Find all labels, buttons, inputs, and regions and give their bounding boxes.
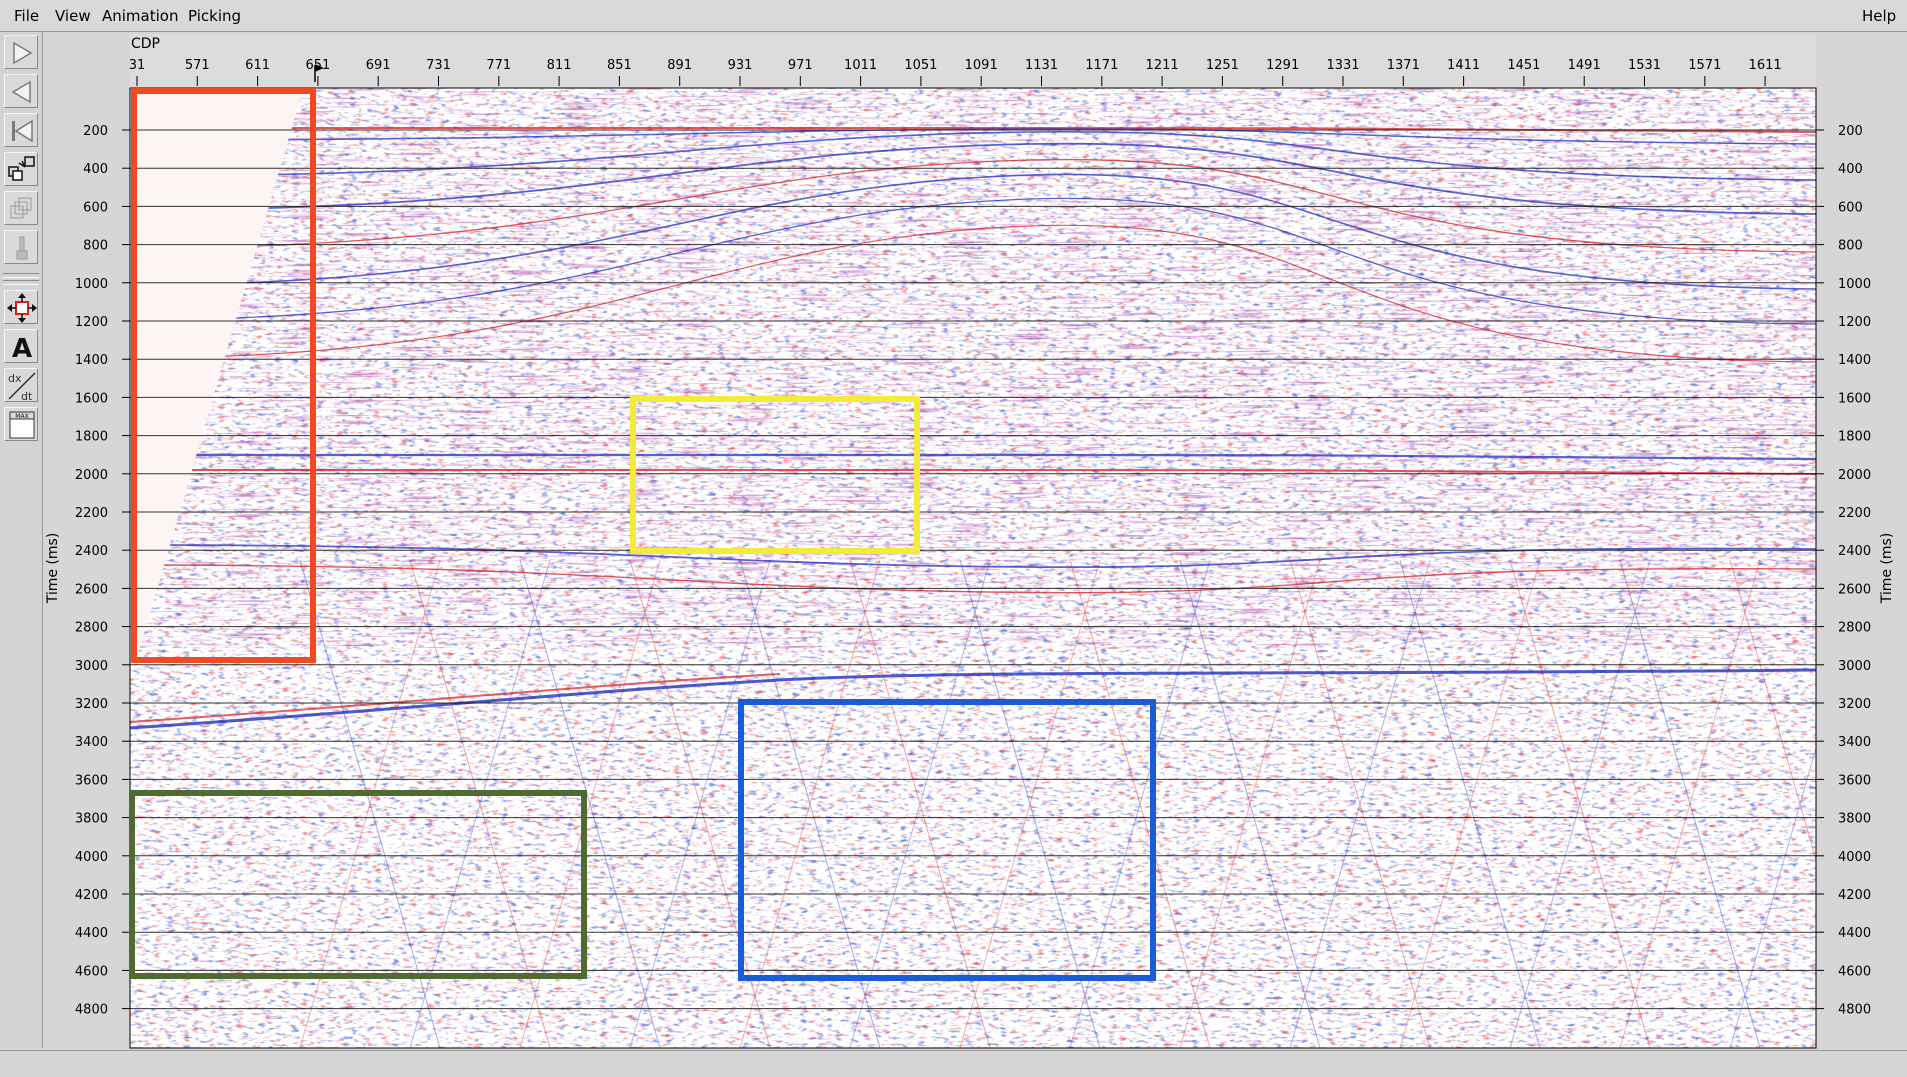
- cdp-tick-label: 971: [788, 58, 813, 73]
- cdp-tick-label: 1251: [1206, 58, 1239, 73]
- time-tick-label: 4200: [75, 888, 108, 903]
- cdp-tick-label: 1371: [1387, 58, 1420, 73]
- seismic-data-layer: [130, 88, 1816, 1048]
- time-tick-label: 2800: [75, 621, 108, 636]
- time-tick-label: 1400: [1838, 353, 1871, 368]
- cdp-tick-label: 1451: [1507, 58, 1540, 73]
- cdp-tick-label: 1211: [1146, 58, 1179, 73]
- time-tick-label: 2600: [1838, 582, 1871, 597]
- time-tick-label: 2800: [1838, 621, 1871, 636]
- time-tick-label: 1800: [75, 430, 108, 445]
- cdp-tick-label: 1011: [844, 58, 877, 73]
- cdp-tick-label: 891: [667, 58, 692, 73]
- cdp-marker-flag-icon[interactable]: [314, 64, 324, 82]
- status-bar: [0, 1050, 1907, 1077]
- cdp-tick-label: 851: [607, 58, 632, 73]
- time-tick-label: 3200: [75, 697, 108, 712]
- time-axis-title-right: Time (ms): [1879, 533, 1895, 605]
- cdp-tick-label: 1171: [1085, 58, 1118, 73]
- time-tick-label: 1200: [1838, 315, 1871, 330]
- cdp-tick-label: 1091: [965, 58, 998, 73]
- time-tick-label: 1400: [75, 353, 108, 368]
- time-tick-label: 3200: [1838, 697, 1871, 712]
- time-tick-label: 800: [83, 239, 108, 254]
- time-tick-label: 1200: [75, 315, 108, 330]
- time-tick-label: 3400: [75, 735, 108, 750]
- cdp-tick-label: 691: [366, 58, 391, 73]
- time-tick-label: 4800: [1838, 1003, 1871, 1018]
- time-tick-label: 400: [83, 162, 108, 177]
- time-tick-label: 4200: [1838, 888, 1871, 903]
- time-tick-label: 3800: [1838, 812, 1871, 827]
- cdp-tick-label: 1571: [1688, 58, 1721, 73]
- time-tick-label: 2200: [75, 506, 108, 521]
- cdp-tick-label: 931: [728, 58, 753, 73]
- cdp-tick-label: 571: [185, 58, 210, 73]
- time-tick-label: 1600: [75, 391, 108, 406]
- time-tick-label: 3000: [75, 659, 108, 674]
- time-tick-label: 4000: [1838, 850, 1871, 865]
- time-axis-right: 200 400 600 800 1000 1200 1400 1600 1800 2000 2200…: [1816, 124, 1871, 1018]
- cdp-tick-label: 1411: [1447, 58, 1480, 73]
- cdp-tick-label: 771: [486, 58, 511, 73]
- cdp-tick-label: 1291: [1266, 58, 1299, 73]
- time-tick-label: 800: [1838, 239, 1863, 254]
- time-tick-label: 2400: [1838, 544, 1871, 559]
- cdp-tick-label: 1491: [1568, 58, 1601, 73]
- time-tick-label: 600: [83, 200, 108, 215]
- seismic-section-view[interactable]: 3157161165169173177181185189193197110111…: [0, 0, 1907, 1076]
- time-axis-title-left: Time (ms): [45, 533, 61, 605]
- cdp-tick-label: 1531: [1628, 58, 1661, 73]
- cdp-tick-label: 811: [547, 58, 572, 73]
- time-tick-label: 4000: [75, 850, 108, 865]
- time-tick-label: 4600: [1838, 964, 1871, 979]
- time-tick-label: 3800: [75, 812, 108, 827]
- cdp-ticks: 3157161165169173177181185189193197110111…: [129, 58, 1782, 86]
- cdp-tick-label: 611: [245, 58, 270, 73]
- time-tick-label: 4600: [75, 964, 108, 979]
- time-tick-label: 2000: [75, 468, 108, 483]
- time-tick-label: 1800: [1838, 430, 1871, 445]
- time-tick-label: 3600: [75, 773, 108, 788]
- time-tick-label: 2200: [1838, 506, 1871, 521]
- time-tick-label: 1000: [1838, 277, 1871, 292]
- cdp-tick-label: 1131: [1025, 58, 1058, 73]
- time-tick-label: 3600: [1838, 773, 1871, 788]
- time-tick-label: 2000: [1838, 468, 1871, 483]
- cdp-tick-label: 1611: [1749, 58, 1782, 73]
- cdp-tick-label: 1331: [1326, 58, 1359, 73]
- time-tick-label: 1000: [75, 277, 108, 292]
- time-tick-label: 4400: [1838, 926, 1871, 941]
- time-tick-label: 200: [83, 124, 108, 139]
- time-tick-label: 400: [1838, 162, 1863, 177]
- time-axis-left: 200 400 600 800 1000 1200 1400 1600 1800 2000 2200…: [75, 124, 130, 1018]
- time-tick-label: 4800: [75, 1003, 108, 1018]
- time-tick-label: 3000: [1838, 659, 1871, 674]
- time-tick-label: 2400: [75, 544, 108, 559]
- cdp-tick-label: 31: [129, 58, 146, 73]
- time-tick-label: 1600: [1838, 391, 1871, 406]
- time-tick-label: 600: [1838, 200, 1863, 215]
- cdp-tick-label: 731: [426, 58, 451, 73]
- cdp-tick-label: 1051: [904, 58, 937, 73]
- time-tick-label: 3400: [1838, 735, 1871, 750]
- time-tick-label: 4400: [75, 926, 108, 941]
- cdp-axis-title: CDP: [131, 36, 160, 52]
- time-tick-label: 2600: [75, 582, 108, 597]
- time-tick-label: 200: [1838, 124, 1863, 139]
